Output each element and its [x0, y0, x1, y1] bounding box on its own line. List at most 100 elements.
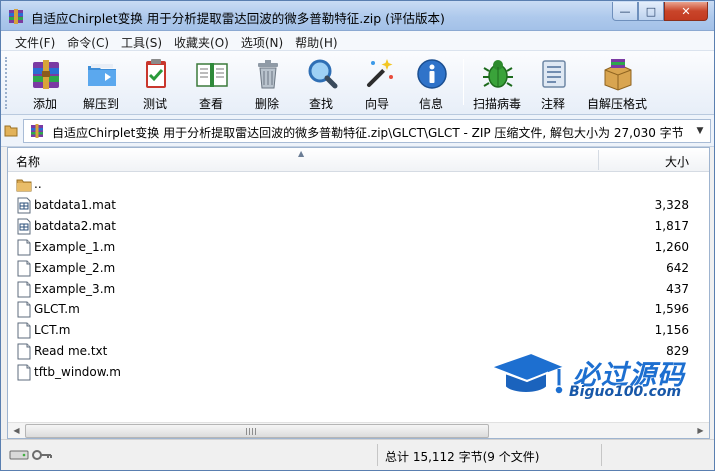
test-button[interactable]: 测试 — [129, 55, 181, 111]
file-row[interactable]: LCT.m 1,156 — [8, 320, 709, 341]
file-name: Example_3.m — [34, 281, 116, 296]
extract-button[interactable]: 解压到 — [75, 55, 127, 111]
column-divider[interactable] — [598, 150, 599, 170]
file-row[interactable]: Example_3.m 437 — [8, 279, 709, 300]
title-bar[interactable]: 自适应Chirplet变换 用于分析提取雷达回波的微多普勒特征.zip (评估版… — [1, 1, 714, 31]
test-clipboard-icon — [146, 59, 166, 88]
add-label: 添加 — [32, 97, 57, 111]
file-size: 437 — [666, 281, 689, 296]
wizard-button[interactable]: 向导 — [351, 55, 403, 111]
file-name: GLCT.m — [34, 302, 80, 317]
status-divider — [601, 444, 602, 466]
file-name: Read me.txt — [34, 344, 108, 359]
graduation-cap-icon — [489, 351, 567, 395]
file-name: LCT.m — [34, 323, 71, 338]
comment-button[interactable]: 注释 — [527, 55, 579, 111]
menu-options[interactable]: 选项(N) — [235, 31, 289, 50]
file-size: 1,596 — [654, 302, 689, 317]
mat-file-icon — [17, 218, 31, 235]
find-magnifier-icon — [308, 59, 338, 89]
minimize-button[interactable]: — — [612, 2, 638, 21]
file-row[interactable]: Example_1.m 1,260 — [8, 237, 709, 258]
text-file-icon — [17, 364, 31, 381]
toolbar-separator — [463, 59, 464, 105]
window-controls: — □ ✕ — [612, 2, 708, 22]
maximize-button[interactable]: □ — [638, 2, 664, 21]
scroll-thumb[interactable] — [25, 424, 489, 438]
text-file-icon — [17, 281, 31, 297]
test-label: 测试 — [142, 97, 167, 111]
menu-bar: 文件(F) 命令(C) 工具(S) 收藏夹(O) 选项(N) 帮助(H) — [1, 31, 714, 51]
view-button[interactable]: 查看 — [185, 55, 237, 111]
address-field[interactable]: 自适应Chirplet变换 用于分析提取雷达回波的微多普勒特征.zip\GLCT… — [23, 119, 711, 143]
file-name: batdata2.mat — [34, 218, 116, 233]
sfx-label: 自解压格式 — [586, 97, 647, 111]
scan-virus-label: 扫描病毒 — [472, 97, 521, 111]
info-label: 信息 — [418, 97, 443, 111]
comment-note-icon — [542, 60, 566, 88]
comment-label: 注释 — [540, 97, 565, 111]
menu-favorites[interactable]: 收藏夹(O) — [168, 31, 235, 50]
find-label: 查找 — [308, 97, 333, 111]
file-size: 1,817 — [654, 218, 689, 233]
column-header: ▲ 名称 大小 — [8, 148, 709, 172]
winrar-app-icon — [9, 9, 23, 24]
find-button[interactable]: 查找 — [295, 55, 347, 111]
column-name[interactable]: 名称 — [16, 153, 40, 170]
file-name: Example_1.m — [34, 239, 116, 254]
up-folder-icon[interactable] — [3, 122, 19, 138]
status-bar: 总计 15,112 字节(9 个文件) — [1, 439, 714, 470]
file-row[interactable]: .. — [8, 174, 709, 195]
drive-key-icon[interactable] — [9, 448, 53, 462]
view-book-icon — [196, 63, 228, 87]
trash-can-icon — [258, 60, 278, 89]
add-button[interactable]: 添加 — [19, 55, 71, 111]
menu-file[interactable]: 文件(F) — [9, 31, 61, 50]
status-divider — [377, 444, 378, 466]
sfx-box-icon — [604, 59, 632, 91]
file-size: 1,260 — [654, 239, 689, 254]
window-title: 自适应Chirplet变换 用于分析提取雷达回波的微多普勒特征.zip (评估版… — [31, 11, 445, 26]
address-path: 自适应Chirplet变换 用于分析提取雷达回波的微多普勒特征.zip\GLCT… — [52, 126, 684, 140]
toolbar-grip[interactable] — [5, 57, 9, 109]
address-dropdown-icon[interactable]: ▼ — [692, 122, 708, 140]
info-button[interactable]: 信息 — [405, 55, 457, 111]
file-row[interactable]: batdata1.mat 3,328 — [8, 195, 709, 216]
scroll-left-icon[interactable]: ◀ — [8, 423, 25, 438]
file-name: Example_2.m — [34, 260, 116, 275]
winrar-window: 自适应Chirplet变换 用于分析提取雷达回波的微多普勒特征.zip (评估版… — [0, 0, 715, 471]
address-bar: 自适应Chirplet变换 用于分析提取雷达回波的微多普勒特征.zip\GLCT… — [1, 115, 714, 147]
extract-folder-icon — [88, 64, 116, 86]
menu-tools[interactable]: 工具(S) — [115, 31, 168, 50]
menu-help[interactable]: 帮助(H) — [289, 31, 343, 50]
mat-file-icon — [17, 197, 31, 214]
column-size[interactable]: 大小 — [665, 153, 689, 170]
add-archive-icon — [33, 60, 59, 89]
archive-icon — [31, 124, 43, 138]
file-row[interactable]: GLCT.m 1,596 — [8, 299, 709, 320]
delete-button[interactable]: 删除 — [241, 55, 293, 111]
close-button[interactable]: ✕ — [664, 2, 708, 21]
file-row[interactable]: Example_2.m 642 — [8, 258, 709, 279]
virus-bug-icon — [483, 60, 513, 88]
text-file-icon — [17, 301, 31, 318]
file-row[interactable]: batdata2.mat 1,817 — [8, 216, 709, 237]
watermark: 必过源码 Biguo100.com — [489, 349, 701, 405]
horizontal-scrollbar[interactable]: ◀ ▶ — [8, 422, 709, 438]
text-file-icon — [17, 239, 31, 256]
toolbar: 添加 解压到 测试 查看 删除 查找 向导 信息 扫描病毒 注释 自解压格式 — [1, 51, 714, 115]
scroll-right-icon[interactable]: ▶ — [692, 423, 709, 438]
sfx-button[interactable]: 自解压格式 — [587, 55, 647, 111]
sort-arrow-icon: ▲ — [298, 149, 305, 158]
file-size: 642 — [666, 260, 689, 275]
text-file-icon — [17, 322, 31, 339]
view-label: 查看 — [198, 97, 223, 111]
scroll-grip — [246, 428, 256, 435]
file-size: 3,328 — [654, 197, 689, 212]
file-name: tftb_window.m — [34, 365, 121, 380]
file-name: batdata1.mat — [34, 197, 116, 212]
watermark-url: Biguo100.com — [569, 384, 682, 400]
text-file-icon — [17, 260, 31, 277]
scan-virus-button[interactable]: 扫描病毒 — [471, 55, 523, 111]
menu-commands[interactable]: 命令(C) — [61, 31, 115, 50]
